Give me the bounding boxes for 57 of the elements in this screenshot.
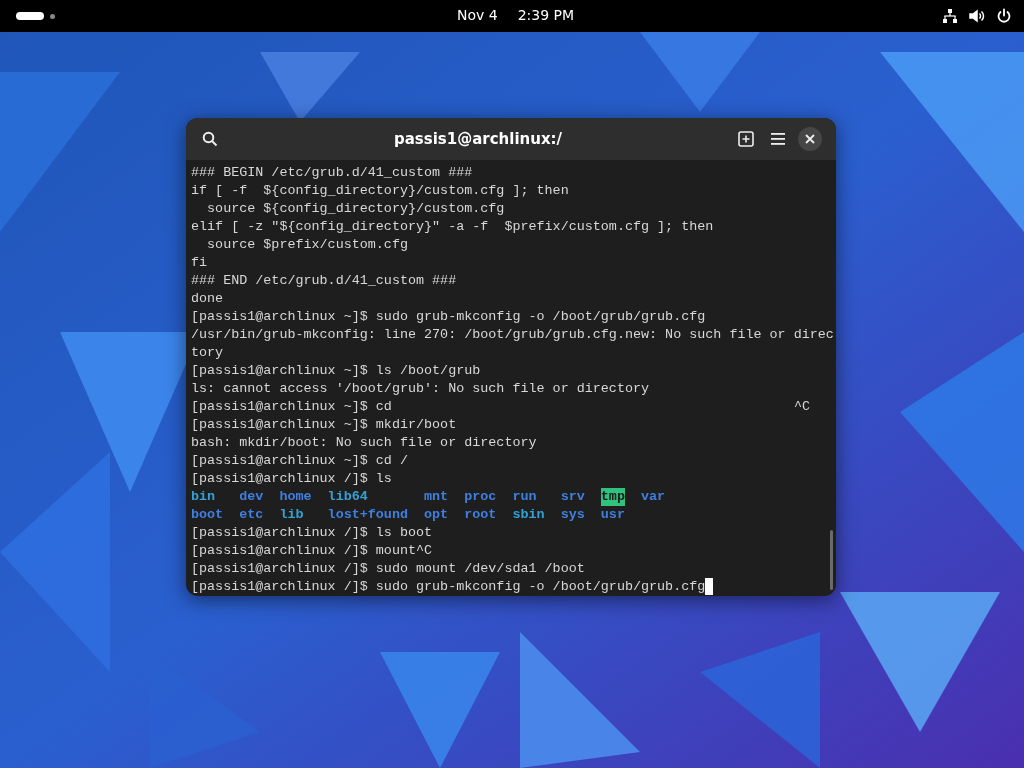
workspace-dot[interactable] — [50, 13, 55, 19]
directory-name: home — [279, 488, 312, 506]
close-button[interactable] — [798, 127, 822, 151]
time[interactable]: 2:39 PM — [517, 7, 575, 23]
terminal-line: if [ -f ${config_directory}/custom.cfg ]; then — [191, 182, 569, 200]
directory-name: etc — [239, 506, 264, 524]
directory-name: tmp — [600, 488, 625, 506]
directory-name: dev — [239, 488, 264, 506]
terminal-line: [passis1@archlinux /]$ sudo grub-mkconfig -o /boot/grub/grub.cfg — [191, 578, 706, 596]
directory-name: run — [512, 488, 537, 506]
directory-name: opt — [424, 506, 449, 524]
terminal-line: [passis1@archlinux ~]$ sudo grub-mkconfig -o /boot/grub/grub.cfg — [191, 308, 706, 326]
terminal-line: tory — [191, 344, 224, 362]
close-icon — [805, 134, 815, 144]
directory-name: var — [641, 488, 666, 506]
terminal-line: source $prefix/custom.cfg — [206, 236, 408, 254]
date[interactable]: Nov 4 — [457, 7, 498, 23]
terminal-line: ls: cannot access '/boot/grub': No such file or directory — [191, 380, 650, 398]
terminal-line: [passis1@archlinux /]$ ls — [191, 470, 392, 488]
directory-name: lib — [279, 506, 304, 524]
terminal-line: [passis1@archlinux ~]$ cd / — [191, 452, 408, 470]
terminal-line: ### END /etc/grub.d/41_custom ### — [191, 272, 457, 290]
power-icon[interactable] — [996, 8, 1012, 24]
terminal-text: ^C — [793, 398, 810, 416]
search-icon — [202, 131, 218, 147]
directory-name: sbin — [512, 506, 545, 524]
directory-name: mnt — [424, 488, 449, 506]
terminal-line: [passis1@archlinux ~]$ ls /boot/grub — [191, 362, 481, 380]
directory-name: proc — [464, 488, 497, 506]
terminal-line: bash: mkdir/boot: No such file or directory — [191, 434, 537, 452]
terminal-line: [passis1@archlinux /]$ mount^C — [191, 542, 433, 560]
terminal-line: ### BEGIN /etc/grub.d/41_custom ### — [191, 164, 473, 182]
terminal-line: [passis1@archlinux ~]$ cd — [191, 398, 392, 416]
directory-name: bin — [191, 488, 216, 506]
directory-name: lib64 — [327, 488, 368, 506]
terminal-line: /usr/bin/grub-mkconfig: line 270: /boot/grub/grub.cfg.new: No such file or direc — [191, 326, 834, 344]
plus-square-icon — [738, 131, 754, 147]
workspace-indicator[interactable] — [16, 12, 44, 20]
directory-name: lost+found — [327, 506, 408, 524]
terminal-line: done — [191, 290, 224, 308]
directory-name: usr — [600, 506, 625, 524]
terminal-line: elif [ -z "${config_directory}" -a -f $prefix/custom.cfg ]; then — [191, 218, 714, 236]
directory-name: srv — [560, 488, 585, 506]
terminal-line: [passis1@archlinux ~]$ mkdir/boot — [191, 416, 457, 434]
directory-name: boot — [191, 506, 224, 524]
scrollbar[interactable] — [830, 530, 833, 590]
terminal-line: [passis1@archlinux /]$ ls boot — [191, 524, 433, 542]
terminal-line: [passis1@archlinux /]$ sudo mount /dev/sda1 /boot — [191, 560, 585, 578]
terminal-line: source ${config_directory}/custom.cfg — [206, 200, 505, 218]
network-icon[interactable] — [942, 8, 958, 24]
volume-icon[interactable] — [968, 8, 986, 24]
text-cursor — [705, 578, 714, 595]
window-title: passis1@archlinux:/ — [392, 130, 564, 148]
menu-icon — [770, 132, 786, 146]
directory-name: root — [464, 506, 497, 524]
terminal-line: fi — [191, 254, 208, 272]
directory-name: sys — [560, 506, 585, 524]
